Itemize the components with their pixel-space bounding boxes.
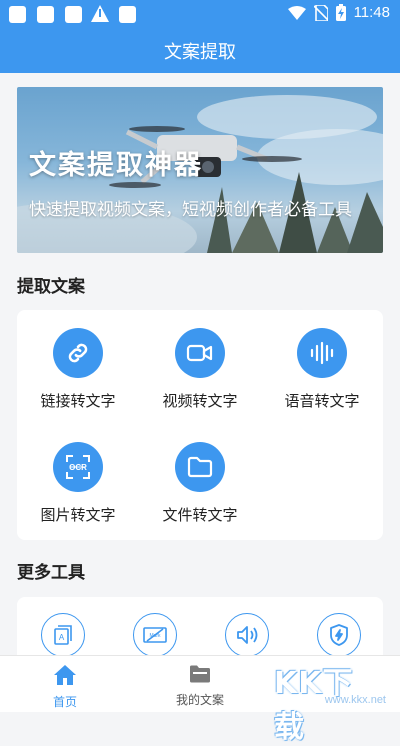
battery-charging-icon <box>335 4 346 21</box>
banner-title: 文案提取神器 <box>29 150 203 181</box>
svg-text:Mark: Mark <box>149 633 161 639</box>
speaker-icon[interactable] <box>225 613 269 657</box>
shield-bolt-icon[interactable] <box>317 613 361 657</box>
video-icon <box>175 328 225 378</box>
tool-label: 语音转文字 <box>284 392 360 410</box>
banner-subtitle: 快速提取视频文案，短视频创作者必备工具 <box>29 200 352 220</box>
nav-my-copy[interactable]: 我的文案 <box>150 664 250 708</box>
watermark-url: www.kkx.net <box>324 694 386 706</box>
tool-link-to-text[interactable]: 链接转文字 <box>17 328 139 411</box>
home-icon <box>54 665 76 685</box>
status-bar: 11:48 <box>0 0 400 28</box>
notification-icon <box>37 6 54 23</box>
notification-icon <box>119 6 136 23</box>
banner[interactable]: 文案提取神器 快速提取视频文案，短视频创作者必备工具 <box>17 87 383 253</box>
tool-label: 视频转文字 <box>162 392 238 410</box>
tool-label: 链接转文字 <box>40 392 116 410</box>
notification-icon <box>9 6 26 23</box>
page-title: 文案提取 <box>164 42 236 63</box>
nav-label: 首页 <box>52 695 77 709</box>
tool-label: 图片转文字 <box>40 506 116 524</box>
section-title-extract: 提取文案 <box>17 277 85 297</box>
tool-video-to-text[interactable]: 视频转文字 <box>139 328 261 411</box>
text-edit-icon[interactable]: A <box>41 613 85 657</box>
nav-label: 我的文案 <box>175 693 224 707</box>
app-header: 11:48 文案提取 <box>0 0 400 73</box>
watermark-logo: KK下载 www.kkx.net <box>274 656 394 745</box>
notification-icon <box>65 6 82 23</box>
nav-home[interactable]: 首页 <box>15 664 115 710</box>
extract-tools-card: 链接转文字 视频转文字 语音转文字 OCR 图片转文字 文件转文字 <box>17 310 383 540</box>
watermark-remove-icon[interactable]: Mark <box>133 613 177 657</box>
svg-text:A: A <box>59 633 65 642</box>
tool-image-to-text[interactable]: OCR 图片转文字 <box>17 442 139 525</box>
folder-icon <box>190 665 210 683</box>
ocr-icon: OCR <box>53 442 103 492</box>
tool-label: 文件转文字 <box>162 506 238 524</box>
audio-wave-icon <box>297 328 347 378</box>
folder-icon <box>175 442 225 492</box>
tool-file-to-text[interactable]: 文件转文字 <box>139 442 261 525</box>
wifi-icon <box>287 5 306 20</box>
tool-audio-to-text[interactable]: 语音转文字 <box>261 328 383 411</box>
no-sim-icon <box>313 4 328 21</box>
link-icon <box>53 328 103 378</box>
clock: 11:48 <box>353 4 390 21</box>
section-title-more: 更多工具 <box>17 563 85 583</box>
